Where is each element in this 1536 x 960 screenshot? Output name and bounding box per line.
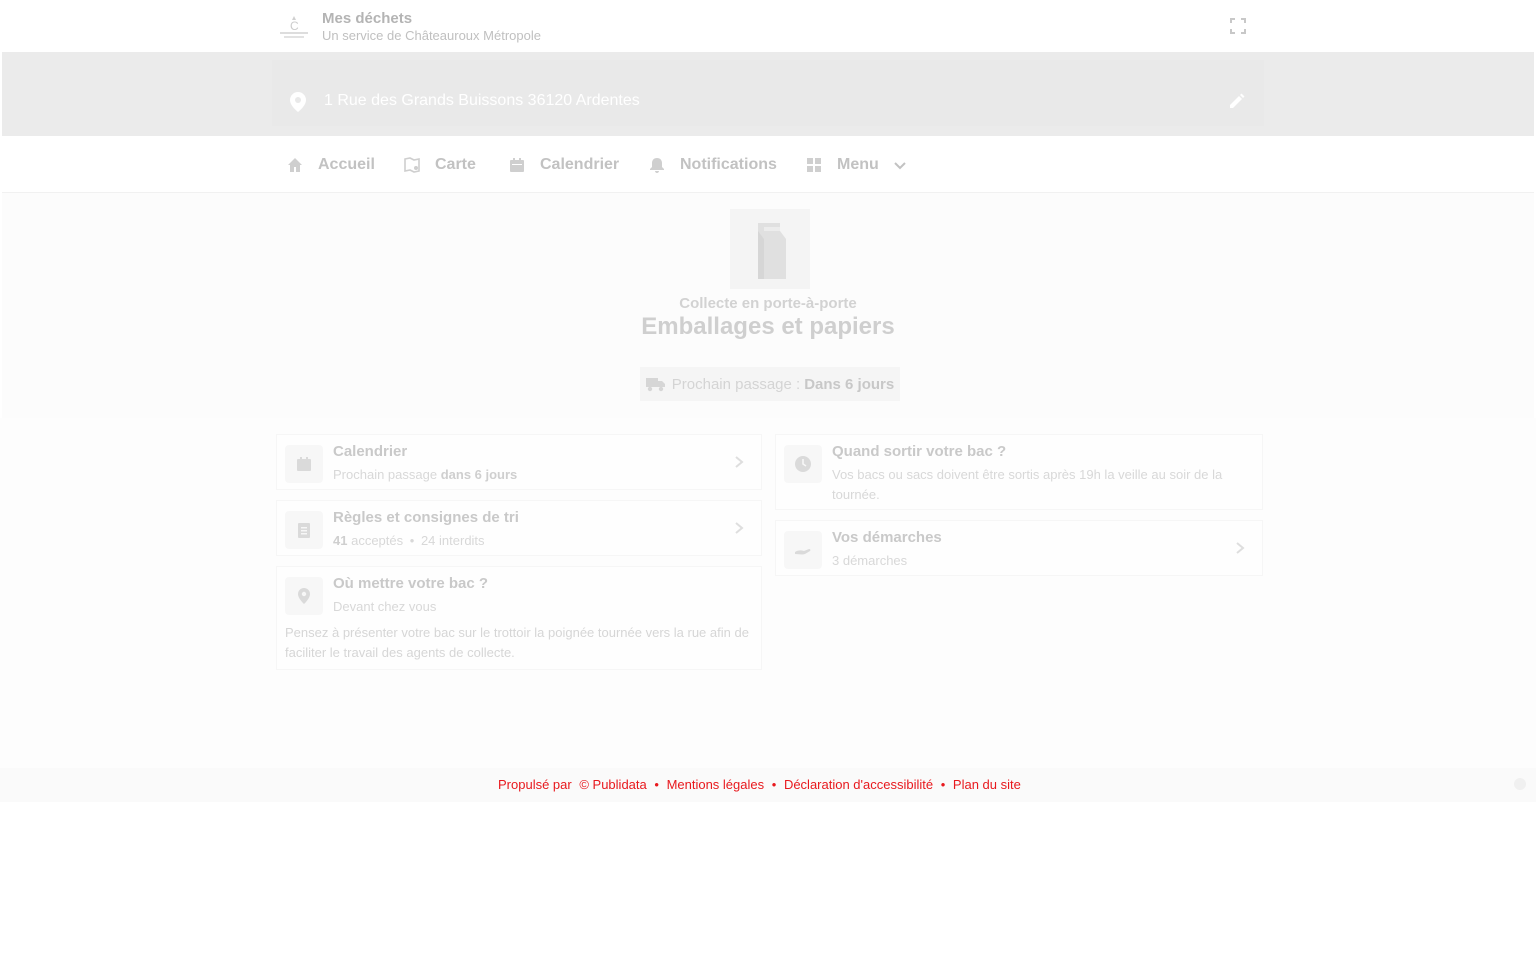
app-subtitle: Un service de Châteauroux Métropole xyxy=(322,28,541,43)
footer-links: Propulsé par © Publidata • Mentions léga… xyxy=(498,777,1025,792)
footer-powered-by: Propulsé par xyxy=(498,777,572,792)
card-subtitle: Vos bacs ou sacs doivent être sortis apr… xyxy=(832,467,1223,502)
location-pin-icon xyxy=(298,588,310,604)
footer: Propulsé par © Publidata • Mentions léga… xyxy=(0,768,1536,802)
calendar-card[interactable]: Calendrier Prochain passage dans 6 jours xyxy=(276,434,762,490)
calendar-icon xyxy=(510,158,524,172)
main-navigation: Accueil Carte Calendrier Notifications M… xyxy=(2,136,1534,193)
footer-link-sitemap[interactable]: Plan du site xyxy=(953,777,1021,792)
address-text: 1 Rue des Grands Buissons 36120 Ardentes xyxy=(324,92,640,109)
nav-item-notifications[interactable]: Notifications xyxy=(648,154,777,176)
card-subtitle: 41 acceptés • 24 interdits xyxy=(333,531,485,551)
card-title: Où mettre votre bac ? xyxy=(333,575,489,592)
nav-item-accueil[interactable]: Accueil xyxy=(286,154,375,176)
content-area: Calendrier Prochain passage dans 6 jours… xyxy=(0,418,1536,768)
card-icon-wrap xyxy=(285,445,323,483)
edit-pencil-icon[interactable] xyxy=(1228,92,1246,110)
nav-label: Carte xyxy=(435,156,476,173)
footer-separator: • xyxy=(654,777,659,792)
location-pin-icon xyxy=(290,92,306,112)
hand-icon xyxy=(795,549,811,555)
calendar-sub-prefix: Prochain passage xyxy=(333,467,438,482)
footer-separator: • xyxy=(771,777,777,792)
card-subtitle: Prochain passage dans 6 jours xyxy=(333,465,517,485)
floating-dot-icon[interactable] xyxy=(1514,778,1526,790)
collection-type: Collecte en porte-à-porte xyxy=(679,295,857,312)
sorting-rules-card[interactable]: Règles et consignes de tri 41 acceptés •… xyxy=(276,500,762,556)
footer-link-accessibility[interactable]: Déclaration d'accessibilité xyxy=(784,777,933,792)
card-icon-wrap xyxy=(285,511,323,549)
chevron-right-icon xyxy=(735,456,744,468)
card-title: Calendrier xyxy=(333,443,408,460)
nav-label: Calendrier xyxy=(540,156,620,173)
bin-timing-card: Quand sortir votre bac ? Vos bacs ou sac… xyxy=(775,434,1263,510)
app-title: Mes déchets xyxy=(322,10,413,27)
truck-icon xyxy=(645,378,665,392)
card-title: Vos démarches xyxy=(832,529,942,546)
separator: • xyxy=(409,533,415,548)
nav-item-menu[interactable]: Menu xyxy=(805,154,907,176)
fullscreen-icon[interactable] xyxy=(1228,16,1248,36)
grid-icon xyxy=(807,158,821,172)
next-collection-label: Prochain passage : xyxy=(671,375,801,393)
accepted-count: 41 xyxy=(333,533,348,548)
address-band: 1 Rue des Grands Buissons 36120 Ardentes xyxy=(2,52,1534,136)
waste-stream-title: Emballages et papiers xyxy=(641,313,895,340)
home-icon xyxy=(288,158,302,172)
card-icon-wrap xyxy=(784,531,822,569)
card-icon-wrap xyxy=(285,577,323,615)
next-collection-value: Dans 6 jours xyxy=(804,375,895,393)
map-icon xyxy=(404,157,420,173)
card-title: Quand sortir votre bac ? xyxy=(832,443,1007,460)
nav-label: Accueil xyxy=(318,156,375,173)
card-body-text: Pensez à présenter votre bac sur le trot… xyxy=(285,625,749,660)
nav-label: Menu xyxy=(837,156,879,173)
card-subtitle: 3 démarches xyxy=(832,553,908,568)
card-title: Règles et consignes de tri xyxy=(333,509,519,526)
forbidden-count: 24 interdits xyxy=(420,533,485,548)
card-icon-wrap xyxy=(784,445,822,483)
top-header: C Mes déchets Un service de Châteauroux … xyxy=(2,0,1534,53)
nav-label: Notifications xyxy=(680,156,777,173)
accepted-label: acceptés xyxy=(351,533,404,548)
card-subtitle: Devant chez vous xyxy=(333,599,437,614)
chevron-right-icon xyxy=(1236,542,1245,554)
chevron-down-icon xyxy=(894,162,906,170)
footer-separator: • xyxy=(940,777,946,792)
clock-icon xyxy=(795,456,811,472)
bell-icon xyxy=(650,158,664,173)
footer-link-legal[interactable]: Mentions légales xyxy=(667,777,765,792)
svg-text:C: C xyxy=(290,19,299,33)
waste-container-icon xyxy=(730,209,810,289)
calendar-icon xyxy=(297,457,311,471)
procedures-card[interactable]: Vos démarches 3 démarches xyxy=(775,520,1263,576)
nav-item-carte[interactable]: Carte xyxy=(403,154,476,176)
next-collection-badge: Prochain passage : Dans 6 jours xyxy=(640,367,900,401)
chevron-right-icon xyxy=(735,522,744,534)
footer-link-publidata[interactable]: © Publidata xyxy=(579,777,646,792)
calendar-sub-value: dans 6 jours xyxy=(440,467,518,482)
nav-item-calendrier[interactable]: Calendrier xyxy=(508,154,619,176)
logo-icon: C xyxy=(280,16,308,38)
clipboard-list-icon xyxy=(298,523,310,538)
address-selector[interactable]: 1 Rue des Grands Buissons 36120 Ardentes xyxy=(272,60,1264,126)
bin-location-card: Où mettre votre bac ? Devant chez vous P… xyxy=(276,566,762,670)
